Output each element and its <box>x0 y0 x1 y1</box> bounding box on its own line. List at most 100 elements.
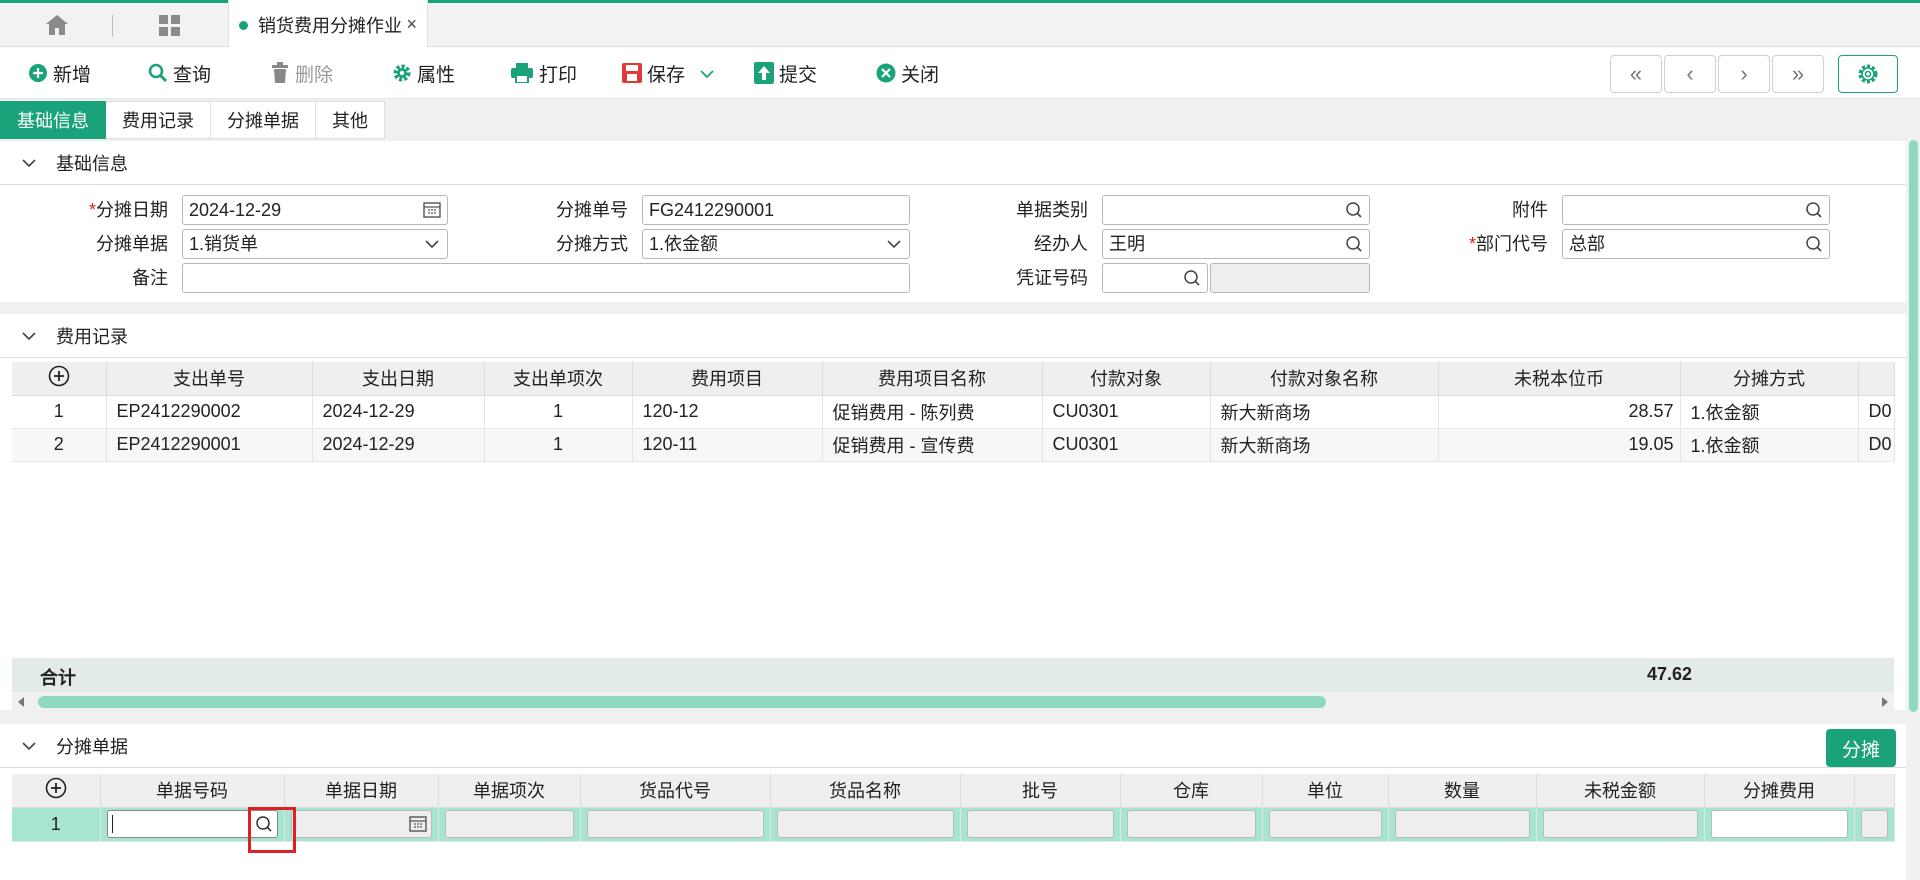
alloc-doc-select[interactable]: 1.销货单 <box>182 229 448 259</box>
cell-alloc-fee[interactable] <box>1704 807 1855 842</box>
col-untaxed-base[interactable]: 未税本位币 <box>1438 362 1681 396</box>
cell-fee-item-name[interactable]: 促销费用 - 陈列费 <box>822 395 1043 429</box>
handler-field[interactable]: 王明 <box>1102 229 1370 259</box>
remark-field[interactable] <box>182 263 910 293</box>
next-record-button[interactable]: › <box>1718 55 1770 93</box>
add-row-icon[interactable] <box>45 777 67 799</box>
col-extra[interactable] <box>1858 362 1895 396</box>
alloc-no-field[interactable]: FG2412290001 <box>642 195 910 225</box>
cell-alloc-method[interactable]: 1.依金额 <box>1680 395 1859 429</box>
dept-field[interactable]: 总部 <box>1562 229 1830 259</box>
doc-type-field[interactable] <box>1102 195 1370 225</box>
add-button[interactable]: 新增 <box>28 57 91 89</box>
voucher-field[interactable] <box>1102 263 1208 293</box>
tab-basic-info[interactable]: 基础信息 <box>0 101 106 139</box>
unit-input[interactable] <box>1268 810 1382 838</box>
cell-alloc-method[interactable]: 1.依金额 <box>1680 428 1859 462</box>
cell-extra[interactable]: D0 <box>1858 395 1895 429</box>
first-record-button[interactable]: « <box>1610 55 1662 93</box>
search-icon[interactable] <box>1805 201 1823 219</box>
scrollbar-thumb[interactable] <box>38 696 1326 708</box>
submit-button[interactable]: 提交 <box>754 57 817 89</box>
grid-icon[interactable] <box>158 14 182 38</box>
close-button[interactable]: 关闭 <box>876 57 939 89</box>
add-row-cell[interactable] <box>12 362 107 396</box>
product-code-input[interactable] <box>586 810 764 838</box>
save-button[interactable]: 保存 <box>622 57 685 89</box>
cell-product-code[interactable] <box>580 807 771 842</box>
search-icon[interactable] <box>1805 235 1823 253</box>
basic-info-header[interactable]: 基础信息 <box>0 141 1906 185</box>
cell-doc-date[interactable] <box>284 807 439 842</box>
attach-field[interactable] <box>1562 195 1830 225</box>
tab-other[interactable]: 其他 <box>316 101 385 139</box>
calendar-icon[interactable] <box>423 201 441 219</box>
product-name-input[interactable] <box>776 810 954 838</box>
cell-untaxed-base[interactable]: 28.57 <box>1438 395 1681 429</box>
col-payee-name[interactable]: 付款对象名称 <box>1210 362 1439 396</box>
table-row[interactable]: 1 EP2412290002 2024-12-29 1 120-12 促销费用 … <box>12 395 1895 429</box>
add-row-cell[interactable] <box>12 774 101 808</box>
quantity-input[interactable] <box>1394 810 1530 838</box>
cell-fee-item-name[interactable]: 促销费用 - 宣传费 <box>822 428 1043 462</box>
chevron-down-icon[interactable] <box>700 69 714 79</box>
extra-input[interactable] <box>1860 810 1888 838</box>
col-warehouse[interactable]: 仓库 <box>1120 774 1263 808</box>
tab-allocation-docs[interactable]: 分摊单据 <box>211 101 316 139</box>
col-expense-item-seq[interactable]: 支出单项次 <box>484 362 633 396</box>
cell-expense-no[interactable]: EP2412290001 <box>106 428 313 462</box>
col-doc-item-seq[interactable]: 单据项次 <box>438 774 581 808</box>
search-icon[interactable] <box>1345 201 1363 219</box>
batch-no-input[interactable] <box>966 810 1114 838</box>
cell-payee-name[interactable]: 新大新商场 <box>1210 395 1439 429</box>
col-alloc-fee[interactable]: 分摊费用 <box>1704 774 1855 808</box>
properties-button[interactable]: 属性 <box>392 57 455 89</box>
allocate-button[interactable]: 分摊 <box>1826 729 1896 767</box>
cell-doc-item-seq[interactable] <box>438 807 581 842</box>
cell-payee-name[interactable]: 新大新商场 <box>1210 428 1439 462</box>
cell-warehouse[interactable] <box>1120 807 1263 842</box>
cell-untaxed-amount[interactable] <box>1536 807 1705 842</box>
last-record-button[interactable]: » <box>1772 55 1824 93</box>
search-icon[interactable] <box>1345 235 1363 253</box>
expense-records-header[interactable]: 费用记录 <box>0 314 1906 358</box>
col-payee[interactable]: 付款对象 <box>1042 362 1211 396</box>
col-expense-no[interactable]: 支出单号 <box>106 362 313 396</box>
scroll-left-icon[interactable] <box>16 696 26 708</box>
page-vertical-scrollbar[interactable] <box>1906 140 1920 880</box>
col-product-code[interactable]: 货品代号 <box>580 774 771 808</box>
query-button[interactable]: 查询 <box>148 57 211 89</box>
cell-batch-no[interactable] <box>960 807 1121 842</box>
col-product-name[interactable]: 货品名称 <box>770 774 961 808</box>
col-alloc-method[interactable]: 分摊方式 <box>1680 362 1859 396</box>
cell-expense-date[interactable]: 2024-12-29 <box>312 395 485 429</box>
delete-button[interactable]: 删除 <box>270 57 333 89</box>
cell-unit[interactable] <box>1262 807 1389 842</box>
cell-expense-no[interactable]: EP2412290002 <box>106 395 313 429</box>
cell-item-seq[interactable]: 1 <box>484 428 633 462</box>
col-fee-item-name[interactable]: 费用项目名称 <box>822 362 1043 396</box>
col-fee-item[interactable]: 费用项目 <box>632 362 823 396</box>
col-doc-date[interactable]: 单据日期 <box>284 774 439 808</box>
col-unit[interactable]: 单位 <box>1262 774 1389 808</box>
search-icon[interactable] <box>1183 269 1201 287</box>
warehouse-input[interactable] <box>1126 810 1256 838</box>
cell-payee[interactable]: CU0301 <box>1042 428 1211 462</box>
alloc-date-field[interactable]: 2024-12-29 <box>182 195 448 225</box>
col-untaxed-amount[interactable]: 未税金额 <box>1536 774 1705 808</box>
home-icon[interactable] <box>44 13 70 37</box>
cell-untaxed-base[interactable]: 19.05 <box>1438 428 1681 462</box>
alloc-fee-input[interactable] <box>1710 810 1848 838</box>
cell-fee-item[interactable]: 120-11 <box>632 428 823 462</box>
untaxed-amount-input[interactable] <box>1542 810 1698 838</box>
calendar-icon[interactable] <box>408 815 427 833</box>
cell-extra[interactable] <box>1854 807 1895 842</box>
col-doc-no[interactable]: 单据号码 <box>100 774 285 808</box>
cell-product-name[interactable] <box>770 807 961 842</box>
tab-expense-records[interactable]: 费用记录 <box>106 101 211 139</box>
prev-record-button[interactable]: ‹ <box>1664 55 1716 93</box>
alloc-method-select[interactable]: 1.依金额 <box>642 229 910 259</box>
doc-item-seq-input[interactable] <box>444 810 574 838</box>
doc-date-input[interactable] <box>290 810 432 838</box>
col-expense-date[interactable]: 支出日期 <box>312 362 485 396</box>
